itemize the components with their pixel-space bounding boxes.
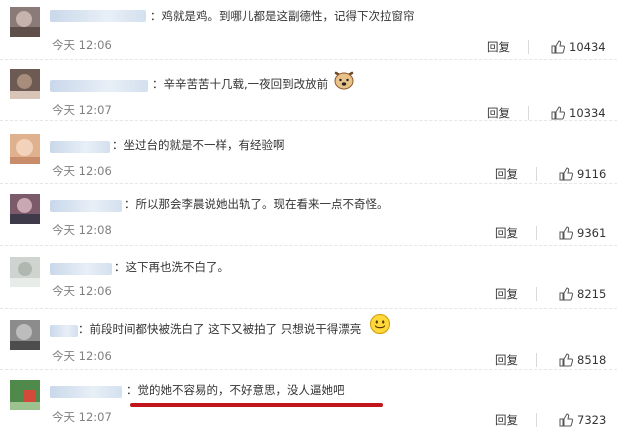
comment-list: ：鸡就是鸡。到哪儿都是这副德性，记得下次拉窗帘 今天 12:06 回复 1043… (0, 0, 617, 438)
avatar[interactable] (10, 69, 40, 99)
reply-button[interactable]: 回复 (495, 353, 518, 367)
avatar[interactable] (10, 320, 40, 350)
like-count: 9361 (577, 226, 607, 240)
like-count: 10434 (569, 40, 606, 54)
thumbs-up-icon (559, 353, 573, 367)
like-count: 10334 (569, 106, 606, 120)
comment-time: 今天 12:06 (52, 164, 112, 178)
red-underline-annotation (130, 403, 383, 407)
like-count: 8215 (577, 287, 607, 301)
comment-item: ：坐过台的就是不一样，有经验啊 今天 12:06 回复 9116 (0, 124, 617, 184)
comment-time: 今天 12:06 (52, 284, 112, 298)
thumbs-up-icon (551, 106, 565, 120)
comment-item: ：前段时间都快被洗白了 这下又被拍了 只想说干得漂亮 今天 12:06 回复 8… (0, 310, 617, 370)
like-count: 8518 (577, 353, 607, 367)
username-blurred[interactable] (50, 263, 112, 275)
like-button[interactable]: 10434 (551, 40, 606, 54)
username-blurred[interactable] (50, 141, 110, 153)
dog-emoji-icon (334, 71, 354, 90)
comment-time: 今天 12:08 (52, 223, 112, 237)
like-button[interactable]: 7323 (559, 413, 606, 427)
separator (536, 226, 537, 240)
comment-time: 今天 12:06 (52, 349, 112, 363)
comment-text: ：觉的她不容易的，不好意思，没人逼她吧 (126, 383, 345, 397)
comment-text: ：坐过台的就是不一样，有经验啊 (112, 138, 285, 152)
reply-button[interactable]: 回复 (495, 287, 518, 301)
comment-text: ：这下再也洗不白了。 (114, 260, 229, 274)
thumbs-up-icon (559, 287, 573, 301)
comment-item: ：辛辛苦苦十几载,一夜回到改放前 今天 12:07 回复 10334 (0, 61, 617, 121)
separator (536, 167, 537, 181)
like-button[interactable]: 10334 (551, 106, 606, 120)
comment-item: ：觉的她不容易的，不好意思，没人逼她吧 今天 12:07 回复 7323 (0, 372, 617, 432)
like-button[interactable]: 9116 (559, 167, 606, 181)
separator (536, 413, 537, 427)
thumbs-up-icon (551, 40, 565, 54)
thumbs-up-icon (559, 413, 573, 427)
separator (528, 40, 529, 54)
username-blurred[interactable] (50, 80, 148, 92)
separator (528, 106, 529, 120)
comment-item: ：所以那会李晨说她出轨了。现在看来一点不奇怪。 今天 12:08 回复 9361 (0, 186, 617, 246)
comment-text: ：辛辛苦苦十几载,一夜回到改放前 (152, 77, 329, 91)
username-blurred[interactable] (50, 386, 122, 398)
like-button[interactable]: 8215 (559, 287, 606, 301)
separator (536, 287, 537, 301)
like-count: 7323 (577, 413, 607, 427)
like-button[interactable]: 8518 (559, 353, 606, 367)
comment-time: 今天 12:06 (52, 38, 112, 52)
comment-time: 今天 12:07 (52, 103, 112, 117)
avatar[interactable] (10, 257, 40, 287)
comment-text: ：所以那会李晨说她出轨了。现在看来一点不奇怪。 (124, 197, 389, 211)
smile-emoji-icon (370, 314, 390, 334)
comment-item: ：鸡就是鸡。到哪儿都是这副德性，记得下次拉窗帘 今天 12:06 回复 1043… (0, 0, 617, 60)
thumbs-up-icon (559, 226, 573, 240)
avatar[interactable] (10, 380, 40, 410)
reply-button[interactable]: 回复 (495, 226, 518, 240)
comment-time: 今天 12:07 (52, 410, 112, 424)
avatar[interactable] (10, 194, 40, 224)
reply-button[interactable]: 回复 (495, 167, 518, 181)
reply-button[interactable]: 回复 (487, 106, 510, 120)
like-button[interactable]: 9361 (559, 226, 606, 240)
avatar[interactable] (10, 134, 40, 164)
like-count: 9116 (577, 167, 607, 181)
reply-button[interactable]: 回复 (487, 40, 510, 54)
comment-text: ：前段时间都快被洗白了 这下又被拍了 只想说干得漂亮 (78, 322, 362, 336)
username-blurred[interactable] (50, 325, 78, 337)
separator (536, 353, 537, 367)
reply-button[interactable]: 回复 (495, 413, 518, 427)
username-blurred[interactable] (50, 200, 122, 212)
comment-text: ：鸡就是鸡。到哪儿都是这副德性，记得下次拉窗帘 (150, 9, 415, 23)
username-blurred[interactable] (50, 10, 146, 22)
thumbs-up-icon (559, 167, 573, 181)
comment-item: ：这下再也洗不白了。 今天 12:06 回复 8215 (0, 249, 617, 309)
avatar[interactable] (10, 7, 40, 37)
